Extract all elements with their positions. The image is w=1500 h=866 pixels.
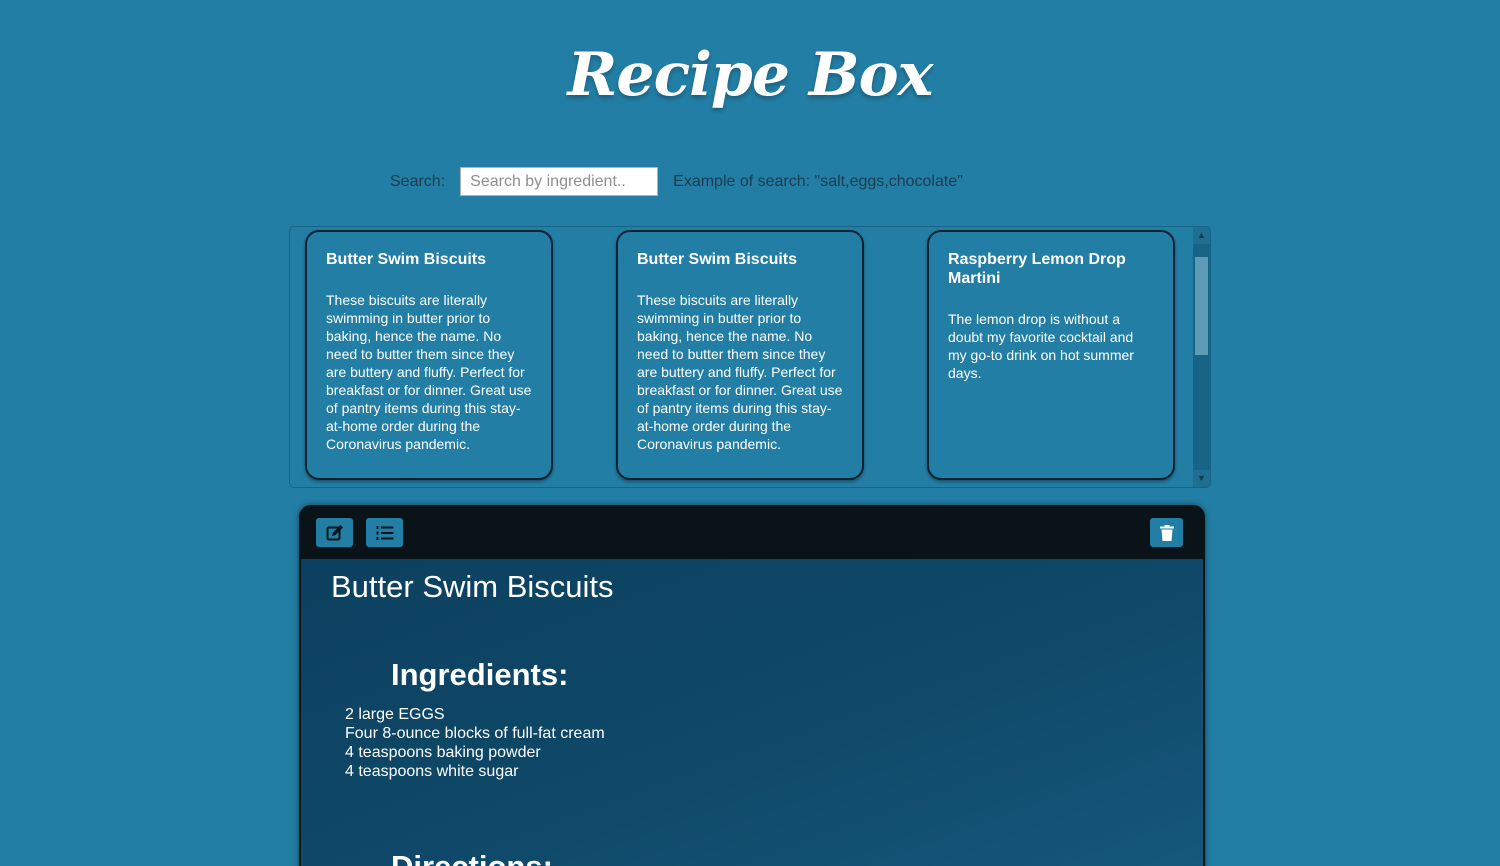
scroll-up-arrow-icon[interactable]: ▲ <box>1193 227 1210 244</box>
search-label: Search: <box>390 172 446 190</box>
search-bar: Search: Example of search: "salt,eggs,ch… <box>390 166 963 197</box>
recipe-card-title: Butter Swim Biscuits <box>326 251 487 268</box>
recipe-toolbar <box>301 507 1203 559</box>
search-example-hint: Example of search: "salt,eggs,chocolate" <box>673 172 963 190</box>
delete-recipe-button[interactable] <box>1150 518 1183 547</box>
recipe-detail-panel: Butter Swim Biscuits Ingredients: 2 larg… <box>299 505 1205 866</box>
recipe-card-title: Raspberry Lemon Drop Martini <box>948 251 1126 287</box>
ingredient-item: 2 large EGGS <box>345 706 445 723</box>
cards-scrollbar[interactable]: ▲ ▼ <box>1193 227 1210 487</box>
directions-heading: Directions: <box>391 849 553 866</box>
recipe-card-description: The lemon drop is without a doubt my fav… <box>948 311 1134 381</box>
recipe-card-description: These biscuits are literally swimming in… <box>326 292 532 452</box>
ingredient-item: Four 8-ounce blocks of full-fat cream <box>345 725 605 742</box>
edit-recipe-button[interactable] <box>316 518 353 547</box>
ingredients-list: 2 large EGGS Four 8-ounce blocks of full… <box>345 705 605 781</box>
recipe-card-title: Butter Swim Biscuits <box>637 251 798 268</box>
ingredient-item: 4 teaspoons baking powder <box>345 744 541 761</box>
recipe-card[interactable]: Butter Swim Biscuits These biscuits are … <box>305 230 553 480</box>
scroll-down-arrow-icon[interactable]: ▼ <box>1193 470 1210 487</box>
recipe-cards-panel: Butter Swim Biscuits These biscuits are … <box>289 226 1211 488</box>
recipe-card[interactable]: Butter Swim Biscuits These biscuits are … <box>616 230 864 480</box>
recipe-box-page: Recipe Box Search: Example of search: "s… <box>0 0 1500 866</box>
ingredient-item: 4 teaspoons white sugar <box>345 763 519 780</box>
ingredients-list-button[interactable] <box>366 518 403 547</box>
ingredients-heading: Ingredients: <box>391 657 569 692</box>
trash-icon <box>1159 524 1174 541</box>
search-input[interactable] <box>460 167 659 196</box>
app-title: Recipe Box <box>567 40 934 110</box>
scroll-thumb[interactable] <box>1195 257 1208 355</box>
edit-icon <box>326 524 343 540</box>
recipe-card[interactable]: Raspberry Lemon Drop Martini The lemon d… <box>927 230 1175 480</box>
recipe-title: Butter Swim Biscuits <box>331 569 614 604</box>
recipe-card-description: These biscuits are literally swimming in… <box>637 292 843 452</box>
numbered-list-icon <box>376 525 393 540</box>
